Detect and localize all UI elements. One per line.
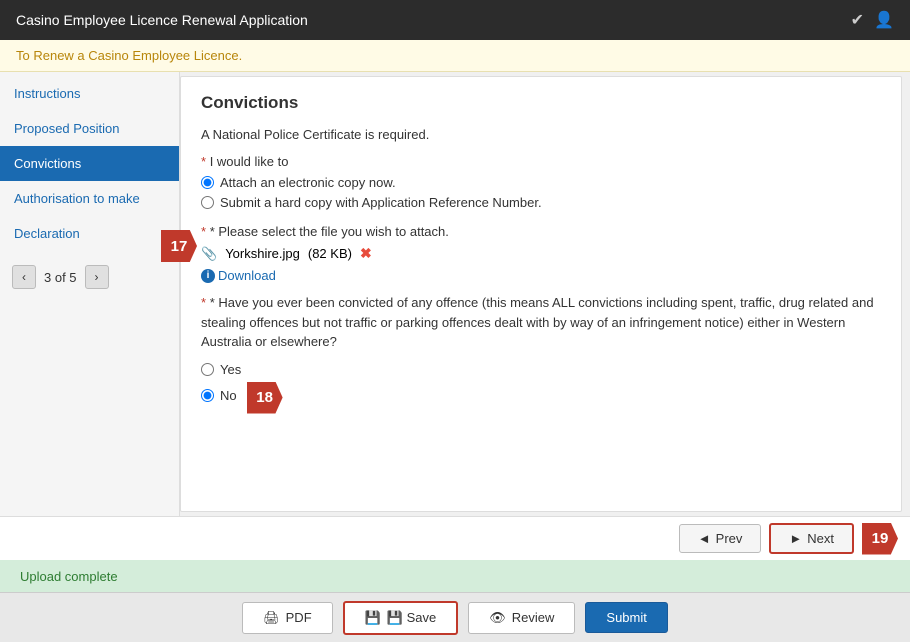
radio-attach-input[interactable]	[201, 176, 214, 189]
sidebar-item-proposed-position[interactable]: Proposed Position	[0, 111, 179, 146]
review-icon: 👁	[489, 610, 506, 626]
file-size: (82 KB)	[308, 246, 352, 261]
footer-buttons: 🖨 PDF 💾 💾 Save 👁 Review Submit	[0, 592, 910, 642]
next-label: Next	[807, 531, 834, 546]
radio-no-option[interactable]: No	[201, 388, 237, 403]
prev-arrow-icon: ◄	[698, 531, 711, 546]
radio-submit-label: Submit a hard copy with Application Refe…	[220, 195, 542, 210]
download-row: i Download	[201, 268, 881, 283]
radio-yes-input[interactable]	[201, 363, 214, 376]
next-button[interactable]: ► Next	[769, 523, 854, 554]
radio-no-label: No	[220, 388, 237, 403]
conviction-text: * * Have you ever been convicted of any …	[201, 293, 881, 352]
radio-submit-option[interactable]: Submit a hard copy with Application Refe…	[201, 195, 881, 210]
app-header: Casino Employee Licence Renewal Applicat…	[0, 0, 910, 40]
radio-yes-option[interactable]: Yes	[201, 362, 881, 377]
user-icon: 👤	[874, 10, 894, 30]
pagination-text: 3 of 5	[44, 270, 77, 285]
conviction-group: * * Have you ever been convicted of any …	[201, 293, 881, 414]
notice-bar: To Renew a Casino Employee Licence.	[0, 40, 910, 72]
submit-button[interactable]: Submit	[585, 602, 667, 633]
police-cert-notice: A National Police Certificate is require…	[201, 127, 881, 142]
prev-label: Prev	[716, 531, 743, 546]
file-attachment-icon: 📎	[201, 246, 217, 262]
download-label: Download	[218, 268, 276, 283]
sidebar: Instructions Proposed Position Convictio…	[0, 72, 180, 516]
file-section: * * Please select the file you wish to a…	[201, 224, 881, 283]
would-like-label-text: I would like to	[210, 154, 289, 169]
delete-file-button[interactable]: ✖	[360, 245, 372, 262]
save-label: 💾 Save	[387, 610, 436, 626]
page-title: Convictions	[201, 93, 881, 113]
next-arrow-icon: ►	[789, 531, 802, 546]
review-label: Review	[512, 610, 555, 625]
app-title: Casino Employee Licence Renewal Applicat…	[16, 12, 308, 28]
download-link[interactable]: i Download	[201, 268, 881, 283]
step-badge-17: 17	[161, 230, 197, 262]
save-button[interactable]: 💾 💾 Save	[343, 601, 459, 635]
header-icons: ✔ 👤	[851, 10, 894, 30]
status-text: Upload complete	[20, 569, 118, 584]
radio-yes-label: Yes	[220, 362, 241, 377]
radio-no-input[interactable]	[201, 389, 214, 402]
main-layout: Instructions Proposed Position Convictio…	[0, 72, 910, 516]
review-button[interactable]: 👁 Review	[468, 602, 575, 634]
nav-buttons-bar: ◄ Prev ► Next 19	[0, 516, 910, 560]
sidebar-item-declaration[interactable]: Declaration	[0, 216, 179, 251]
pdf-label: PDF	[286, 610, 312, 625]
pagination-next-button[interactable]: ›	[85, 265, 109, 289]
step-badge-19: 19	[862, 523, 898, 555]
save-icon: 💾	[365, 610, 381, 626]
submit-label: Submit	[606, 610, 646, 625]
main-content: Convictions A National Police Certificat…	[180, 76, 902, 512]
sidebar-item-instructions[interactable]: Instructions	[0, 76, 179, 111]
pdf-button[interactable]: 🖨 PDF	[242, 602, 333, 634]
radio-submit-input[interactable]	[201, 196, 214, 209]
sidebar-item-authorisation[interactable]: Authorisation to make	[0, 181, 179, 216]
status-bar: Upload complete	[0, 560, 910, 592]
file-name: Yorkshire.jpg	[225, 246, 300, 261]
check-icon: ✔	[851, 10, 864, 30]
prev-button[interactable]: ◄ Prev	[679, 524, 762, 553]
sidebar-pagination: ‹ 3 of 5 ›	[0, 255, 179, 299]
pagination-prev-button[interactable]: ‹	[12, 265, 36, 289]
conviction-question: * Have you ever been convicted of any of…	[201, 295, 874, 349]
sidebar-item-convictions[interactable]: Convictions	[0, 146, 179, 181]
notice-text: To Renew a Casino Employee Licence.	[16, 48, 242, 63]
would-like-group: * I would like to Attach an electronic c…	[201, 154, 881, 210]
pdf-icon: 🖨	[263, 610, 280, 626]
would-like-label: * I would like to	[201, 154, 881, 169]
info-icon: i	[201, 269, 215, 283]
step-badge-18: 18	[247, 382, 283, 414]
radio-attach-option[interactable]: Attach an electronic copy now.	[201, 175, 881, 190]
radio-attach-label: Attach an electronic copy now.	[220, 175, 396, 190]
file-label-text: * Please select the file you wish to att…	[210, 224, 449, 239]
file-label: * * Please select the file you wish to a…	[201, 224, 881, 239]
file-row: 📎 Yorkshire.jpg (82 KB) ✖	[201, 245, 881, 262]
